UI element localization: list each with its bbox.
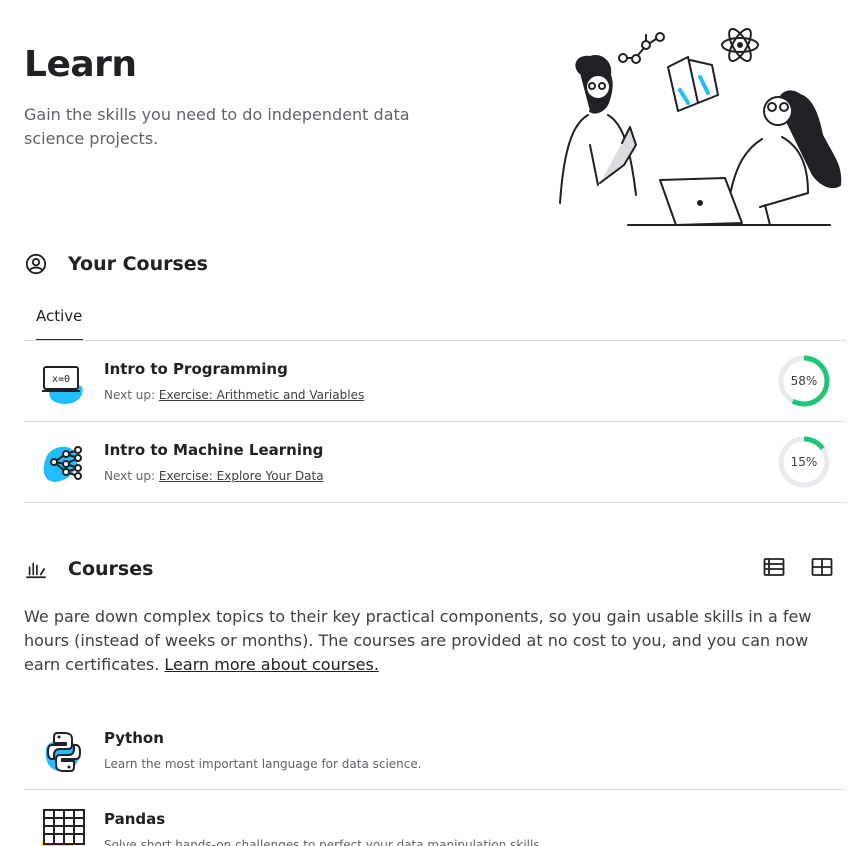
flask-icon [667, 56, 719, 112]
courses-title: Courses [68, 558, 154, 580]
progress-ring: 15% [776, 434, 832, 490]
page-title: Learn [24, 44, 137, 85]
next-up-label: Next up: [104, 388, 156, 402]
molecule-icon [618, 32, 665, 64]
courses-description-text: We pare down complex topics to their key… [24, 607, 812, 674]
divider [24, 789, 846, 790]
network-graph-icon [40, 440, 88, 488]
next-up-label: Next up: [104, 469, 156, 483]
progress-percent: 58% [790, 374, 818, 388]
course-row-intro-ml[interactable]: Intro to Machine Learning Next up: Exerc… [24, 422, 846, 502]
atom-icon [721, 28, 759, 62]
woman-figure [729, 90, 842, 226]
python-logo-icon [40, 727, 88, 775]
course-name[interactable]: Intro to Machine Learning [104, 441, 323, 459]
tab-active[interactable]: Active [24, 305, 94, 341]
grid-view-icon [811, 557, 833, 581]
your-courses-title: Your Courses [68, 253, 208, 275]
course-name[interactable]: Python [104, 729, 164, 747]
hero-illustration [559, 28, 842, 226]
courses-description: We pare down complex topics to their key… [24, 605, 824, 677]
bar-chart-icon [24, 557, 48, 581]
table-grid-icon [40, 808, 88, 846]
next-exercise-link[interactable]: Exercise: Explore Your Data [159, 469, 324, 483]
user-circle-icon [24, 252, 48, 276]
divider [24, 502, 846, 503]
learn-more-link[interactable]: Learn more about courses. [164, 655, 379, 674]
course-description: Solve short hands-on challenges to perfe… [104, 838, 544, 846]
page-subtitle: Gain the skills you need to do independe… [24, 105, 410, 148]
course-row-intro-programming[interactable]: x=0 Intro to Programming Next up: Exerci… [24, 341, 846, 421]
list-view-button[interactable] [762, 557, 786, 581]
course-name[interactable]: Intro to Programming [104, 360, 288, 378]
course-name[interactable]: Pandas [104, 810, 165, 828]
svg-text:x=0: x=0 [52, 374, 70, 385]
course-item-python[interactable]: Python Learn the most important language… [24, 711, 846, 791]
course-item-pandas[interactable]: Pandas Solve short hands-on challenges t… [24, 792, 846, 846]
next-up: Next up: Exercise: Arithmetic and Variab… [104, 388, 364, 402]
next-up: Next up: Exercise: Explore Your Data [104, 469, 324, 483]
progress-ring: 58% [776, 353, 832, 409]
laptop-icon [659, 177, 743, 226]
progress-percent: 15% [790, 455, 818, 469]
course-description: Learn the most important language for da… [104, 757, 422, 771]
man-figure [559, 55, 637, 204]
grid-view-button[interactable] [810, 557, 834, 581]
tab-active-label: Active [36, 307, 83, 325]
your-courses-header: Your Courses [24, 252, 208, 276]
courses-header: Courses [24, 557, 153, 581]
laptop-code-icon: x=0 [40, 359, 88, 407]
next-exercise-link[interactable]: Exercise: Arithmetic and Variables [159, 388, 364, 402]
list-view-icon [763, 557, 785, 581]
